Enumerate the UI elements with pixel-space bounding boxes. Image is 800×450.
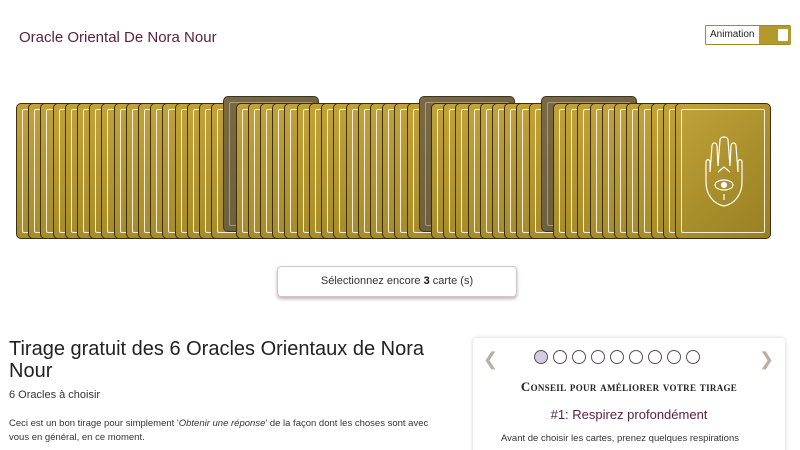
carousel-dot[interactable] [534, 350, 548, 364]
carousel-dot[interactable] [553, 350, 567, 364]
animation-toggle-switch[interactable] [759, 26, 791, 44]
carousel-dot[interactable] [648, 350, 662, 364]
oracle-card[interactable] [675, 103, 771, 239]
page-heading: Tirage gratuit des 6 Oracles Orientaux d… [9, 338, 425, 382]
card-deck [0, 90, 800, 250]
tip-heading: #1: Respirez profondément [550, 407, 708, 422]
carousel-dot[interactable] [686, 350, 700, 364]
carousel-dot[interactable] [667, 350, 681, 364]
tips-carousel: ❮ ❯ Conseil pour améliorer votre tirage … [473, 338, 785, 450]
selection-prefix: Sélectionnez encore [320, 275, 424, 287]
chevron-left-icon[interactable]: ❮ [483, 350, 498, 368]
carousel-dot[interactable] [629, 350, 643, 364]
toggle-knob [778, 29, 788, 41]
intro-text-start: Ceci est un bon tirage pour simplement ' [9, 418, 179, 429]
animation-toggle-label: Animation [710, 29, 755, 40]
intro-text: Ceci est un bon tirage pour simplement '… [9, 417, 449, 445]
carousel-dot[interactable] [572, 350, 586, 364]
intro-text-italic: Obtenir une réponse [178, 418, 266, 429]
carousel-dot[interactable] [610, 350, 624, 364]
carousel-dot[interactable] [591, 350, 605, 364]
site-title[interactable]: Oracle Oriental De Nora Nour [19, 29, 217, 46]
hamsa-icon [705, 136, 743, 207]
selection-suffix: carte (s) [429, 275, 474, 287]
tips-title: Conseil pour améliorer votre tirage [520, 379, 738, 394]
select-cards-status: Sélectionnez encore 3 carte (s) [277, 266, 517, 297]
tip-text: Avant de choisir les cartes, prenez quel… [501, 433, 739, 444]
chevron-right-icon[interactable]: ❯ [759, 350, 774, 368]
page-subheading: 6 Oracles à choisir [9, 389, 101, 401]
animation-toggle[interactable]: Animation [705, 25, 791, 45]
